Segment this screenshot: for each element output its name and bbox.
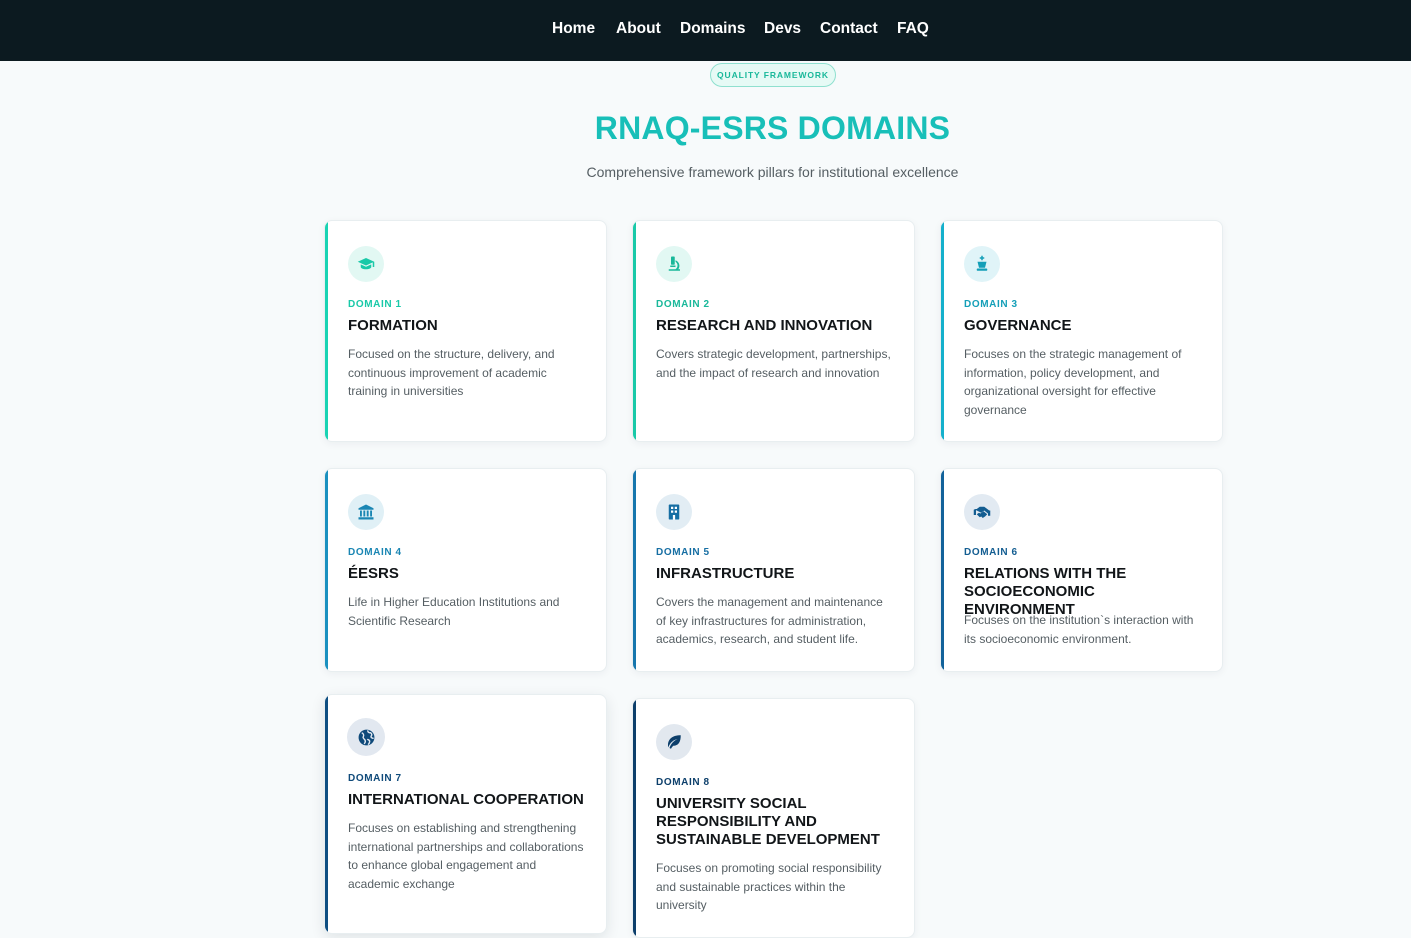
- card-accent-bar: [325, 469, 328, 671]
- domain-number: DOMAIN 5: [656, 547, 710, 558]
- domain-card-governance[interactable]: DOMAIN 3 GOVERNANCE Focuses on the strat…: [940, 220, 1223, 442]
- globe-icon: [347, 718, 385, 756]
- nav-about-link[interactable]: About: [616, 20, 661, 40]
- domain-card-international[interactable]: DOMAIN 7 INTERNATIONAL COOPERATION Focus…: [324, 694, 607, 934]
- card-accent-bar: [941, 221, 944, 441]
- domain-number: DOMAIN 4: [348, 547, 402, 558]
- landmark-icon: [348, 494, 384, 530]
- domain-number: DOMAIN 1: [348, 299, 402, 310]
- card-accent-bar: [325, 695, 328, 933]
- leaf-icon: [656, 724, 692, 760]
- card-accent-bar: [633, 699, 636, 937]
- domain-card-research[interactable]: DOMAIN 2 RESEARCH AND INNOVATION Covers …: [632, 220, 915, 442]
- section-badge: QUALITY FRAMEWORK: [710, 63, 836, 87]
- page-title: RNAQ-ESRS DOMAINS: [594, 110, 951, 146]
- domain-number: DOMAIN 8: [656, 777, 710, 788]
- domain-description: Focuses on the institution`s interaction…: [964, 613, 1194, 646]
- nav-faq-link[interactable]: FAQ: [897, 20, 929, 40]
- domain-title: RESEARCH AND INNOVATION: [656, 317, 873, 334]
- domain-number: DOMAIN 3: [964, 299, 1018, 310]
- card-accent-bar: [941, 469, 944, 671]
- domain-number: DOMAIN 7: [348, 773, 402, 784]
- chess-king-icon: [964, 246, 1000, 282]
- domain-card-infrastructure[interactable]: DOMAIN 5 INFRASTRUCTURE Covers the manag…: [632, 468, 915, 672]
- domain-card-formation[interactable]: DOMAIN 1 FORMATION Focused on the struct…: [324, 220, 607, 442]
- domain-title: INFRASTRUCTURE: [656, 565, 795, 582]
- domain-description: Focuses on establishing and strengthenin…: [348, 821, 584, 891]
- microscope-icon: [656, 246, 692, 282]
- domain-description: Focused on the structure, delivery, and …: [348, 347, 555, 398]
- nav-contact-link[interactable]: Contact: [820, 20, 878, 40]
- page-subtitle: Comprehensive framework pillars for inst…: [586, 164, 959, 180]
- nav-devs-link[interactable]: Devs: [764, 20, 801, 40]
- handshake-icon: [964, 494, 1000, 530]
- top-navbar: Home About Domains Devs Contact FAQ: [0, 0, 1411, 61]
- domain-title: FORMATION: [348, 317, 438, 334]
- nav-home-link[interactable]: Home: [552, 20, 595, 40]
- domain-number: DOMAIN 2: [656, 299, 710, 310]
- domain-description: Covers strategic development, partnershi…: [656, 347, 891, 380]
- domain-description: Focuses on the strategic management of i…: [964, 347, 1182, 417]
- nav-domains-link[interactable]: Domains: [680, 20, 745, 40]
- building-icon: [656, 494, 692, 530]
- domain-description: Life in Higher Education Institutions an…: [348, 595, 560, 628]
- domain-title: INTERNATIONAL COOPERATION: [348, 791, 584, 808]
- card-accent-bar: [325, 221, 328, 441]
- domain-title: UNIVERSITY SOCIAL RESPONSIBILITY AND SUS…: [656, 795, 880, 848]
- card-accent-bar: [633, 221, 636, 441]
- domain-number: DOMAIN 6: [964, 547, 1018, 558]
- card-accent-bar: [633, 469, 636, 671]
- domain-title: ÉESRS: [348, 565, 399, 582]
- domain-card-social-responsibility[interactable]: DOMAIN 8 UNIVERSITY SOCIAL RESPONSIBILIT…: [632, 698, 915, 938]
- graduation-cap-icon: [348, 246, 384, 282]
- domain-card-eesrs[interactable]: DOMAIN 4 ÉESRS Life in Higher Education …: [324, 468, 607, 672]
- domain-card-socioeconomic[interactable]: DOMAIN 6 RELATIONS WITH THE SOCIOECONOMI…: [940, 468, 1223, 672]
- domain-title: GOVERNANCE: [964, 317, 1072, 334]
- domain-description: Focuses on promoting social responsibili…: [656, 861, 882, 912]
- domain-description: Covers the management and maintenance of…: [656, 595, 883, 646]
